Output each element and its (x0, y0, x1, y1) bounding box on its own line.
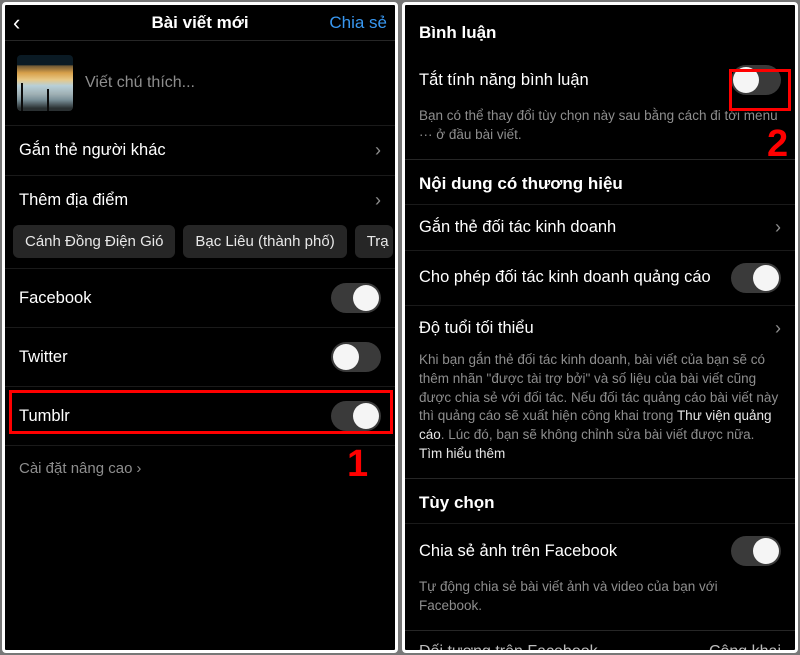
share-on-facebook-label: Chia sẻ ảnh trên Facebook (419, 542, 731, 561)
phone-left: ‹ Bài viết mới Chia sẻ Viết chú thích...… (2, 2, 398, 653)
add-location-row[interactable]: Thêm địa điểm › (5, 176, 395, 219)
allow-partner-ads-row: Cho phép đối tác kinh doanh quảng cáo (405, 250, 795, 305)
caption-input[interactable]: Viết chú thích... (85, 74, 195, 92)
facebook-audience-row[interactable]: Đối tượng trên Facebook Công khai (405, 630, 795, 653)
share-on-facebook-row: Chia sẻ ảnh trên Facebook (405, 523, 795, 578)
share-facebook-row: Facebook (5, 269, 395, 328)
location-chip[interactable]: Trạ (355, 225, 393, 258)
allow-partner-ads-toggle[interactable] (731, 263, 781, 293)
facebook-audience-value: Công khai (709, 643, 781, 653)
chevron-right-icon: › (375, 190, 381, 211)
preferences-title: Tùy chọn (405, 478, 795, 523)
chevron-right-icon: › (775, 318, 781, 339)
turn-off-comments-label: Tắt tính năng bình luận (419, 71, 731, 90)
allow-partner-ads-label: Cho phép đối tác kinh doanh quảng cáo (419, 267, 731, 288)
chevron-right-icon: › (775, 217, 781, 238)
branded-content-hint: Khi bạn gắn thẻ đối tác kinh doanh, bài … (405, 351, 795, 478)
share-button[interactable]: Chia sẻ (329, 13, 387, 33)
tag-business-partner-row[interactable]: Gắn thẻ đối tác kinh doanh › (405, 204, 795, 250)
tag-people-row[interactable]: Gắn thẻ người khác › (5, 126, 395, 176)
phone-right: Bình luận Tắt tính năng bình luận Bạn có… (402, 2, 798, 653)
location-chip[interactable]: Cánh Đồng Điện Gió (13, 225, 175, 258)
share-target-label: Tumblr (19, 407, 70, 426)
share-on-facebook-toggle[interactable] (731, 536, 781, 566)
annotation-number-2: 2 (767, 123, 788, 166)
share-on-facebook-hint: Tự động chia sẻ bài viết ảnh và video củ… (405, 578, 795, 630)
minimum-age-row[interactable]: Độ tuổi tối thiểu › (405, 305, 795, 351)
add-location-label: Thêm địa điểm (19, 191, 128, 210)
new-post-header: ‹ Bài viết mới Chia sẻ (5, 5, 395, 41)
location-chips: Cánh Đồng Điện Gió Bạc Liêu (thành phố) … (5, 219, 395, 269)
location-chip[interactable]: Bạc Liêu (thành phố) (183, 225, 346, 258)
branded-content-title: Nội dung có thương hiệu (405, 159, 795, 204)
share-twitter-row: Twitter (5, 328, 395, 387)
post-thumbnail[interactable] (17, 55, 73, 111)
comments-section-title: Bình luận (405, 5, 795, 53)
minimum-age-label: Độ tuổi tối thiểu (419, 319, 775, 338)
tumblr-toggle[interactable] (331, 401, 381, 431)
twitter-toggle[interactable] (331, 342, 381, 372)
chevron-right-icon: › (136, 460, 141, 477)
tag-business-partner-label: Gắn thẻ đối tác kinh doanh (419, 218, 775, 237)
share-tumblr-row: Tumblr (5, 387, 395, 446)
facebook-toggle[interactable] (331, 283, 381, 313)
share-target-label: Facebook (19, 289, 91, 308)
advanced-settings-label: Cài đặt nâng cao (19, 460, 132, 477)
advanced-settings-row[interactable]: Cài đặt nâng cao › (5, 446, 395, 491)
turn-off-comments-hint: Bạn có thể thay đổi tùy chọn này sau bằn… (405, 107, 795, 159)
chevron-right-icon: › (375, 140, 381, 161)
tag-people-label: Gắn thẻ người khác (19, 141, 166, 160)
annotation-number-1: 1 (347, 443, 368, 486)
turn-off-comments-toggle[interactable] (731, 65, 781, 95)
caption-row[interactable]: Viết chú thích... (5, 41, 395, 126)
back-icon[interactable]: ‹ (13, 10, 35, 36)
facebook-audience-label: Đối tượng trên Facebook (419, 643, 598, 653)
share-target-label: Twitter (19, 348, 68, 367)
turn-off-comments-row: Tắt tính năng bình luận (405, 53, 795, 107)
